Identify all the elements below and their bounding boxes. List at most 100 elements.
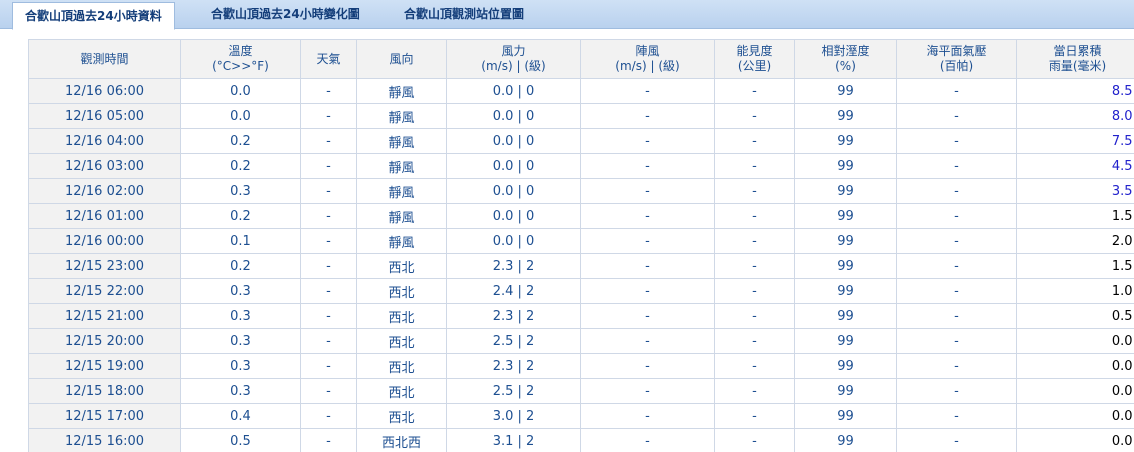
cell-temp: 0.0 [180, 78, 301, 104]
column-header-weather: 天氣 [300, 39, 357, 79]
cell-weather: - [300, 303, 357, 329]
table-row: 12/15 20:00 0.3- 西北 2.5 | 2- -99-0.0 [28, 328, 1134, 354]
column-header-unit: (百帕) [939, 59, 974, 73]
cell-wind-dir: 西北 [356, 378, 447, 404]
cell-rain: 0.0 [1016, 403, 1134, 429]
cell-weather: - [300, 128, 357, 154]
cell-weather: - [300, 153, 357, 179]
cell-pressure: - [896, 353, 1017, 379]
column-header-title: 觀測時間 [80, 51, 129, 66]
column-header-wind-dir: 風向 [356, 39, 447, 79]
cell-wind-dir: 靜風 [356, 103, 447, 129]
cell-rain: 2.0 [1016, 228, 1134, 254]
cell-humidity: 99 [794, 78, 897, 104]
cell-wind-dir: 西北 [356, 303, 447, 329]
cell-gust: - [580, 153, 715, 179]
table-row: 12/16 02:00 0.3- 靜風 0.0 | 0- -99-3.5 [28, 178, 1134, 204]
cell-rain: 0.5 [1016, 303, 1134, 329]
column-header-visibility: 能見度 (公里) [714, 39, 795, 79]
cell-time: 12/16 01:00 [28, 203, 181, 229]
cell-wind-force: 3.1 | 2 [446, 428, 581, 452]
cell-humidity: 99 [794, 103, 897, 129]
tab-24h-change-chart[interactable]: 合歡山頂過去24小時變化圖 [211, 0, 360, 29]
column-header-wind-force: 風力 (m/s) | (級) [446, 39, 581, 79]
cell-pressure: - [896, 303, 1017, 329]
cell-rain: 1.5 [1016, 203, 1134, 229]
cell-pressure: - [896, 328, 1017, 354]
column-header-time: 觀測時間 [28, 39, 181, 79]
cell-visibility: - [714, 278, 795, 304]
cell-temp: 0.3 [180, 278, 301, 304]
cell-rain: 0.0 [1016, 428, 1134, 452]
cell-wind-dir: 靜風 [356, 178, 447, 204]
cell-weather: - [300, 253, 357, 279]
column-header-title: 當日累積 [1053, 44, 1102, 58]
cell-humidity: 99 [794, 253, 897, 279]
cell-humidity: 99 [794, 153, 897, 179]
cell-gust: - [580, 228, 715, 254]
cell-temp: 0.2 [180, 153, 301, 179]
cell-temp: 0.2 [180, 128, 301, 154]
table-row: 12/15 19:00 0.3- 西北 2.3 | 2- -99-0.0 [28, 353, 1134, 379]
cell-gust: - [580, 253, 715, 279]
cell-time: 12/15 16:00 [28, 428, 181, 452]
cell-wind-force: 0.0 | 0 [446, 103, 581, 129]
table-row: 12/16 00:00 0.1- 靜風 0.0 | 0- -99-2.0 [28, 228, 1134, 254]
cell-pressure: - [896, 153, 1017, 179]
cell-temp: 0.2 [180, 253, 301, 279]
table-row: 12/15 23:00 0.2- 西北 2.3 | 2- -99-1.5 [28, 253, 1134, 279]
column-header-rain: 當日累積 雨量(毫米) [1016, 39, 1134, 79]
cell-visibility: - [714, 328, 795, 354]
cell-pressure: - [896, 428, 1017, 452]
column-header-title: 相對溼度 [821, 44, 870, 58]
cell-pressure: - [896, 278, 1017, 304]
cell-humidity: 99 [794, 178, 897, 204]
cell-weather: - [300, 178, 357, 204]
cell-humidity: 99 [794, 403, 897, 429]
cell-weather: - [300, 403, 357, 429]
cell-wind-force: 0.0 | 0 [446, 228, 581, 254]
cell-visibility: - [714, 378, 795, 404]
cell-weather: - [300, 428, 357, 452]
cell-pressure: - [896, 403, 1017, 429]
cell-time: 12/15 20:00 [28, 328, 181, 354]
cell-wind-dir: 西北西 [356, 428, 447, 452]
cell-visibility: - [714, 178, 795, 204]
cell-rain: 1.0 [1016, 278, 1134, 304]
cell-gust: - [580, 353, 715, 379]
cell-wind-dir: 靜風 [356, 128, 447, 154]
cell-temp: 0.3 [180, 353, 301, 379]
cell-pressure: - [896, 128, 1017, 154]
cell-gust: - [580, 103, 715, 129]
cell-temp: 0.1 [180, 228, 301, 254]
table-row: 12/16 03:00 0.2- 靜風 0.0 | 0- -99-4.5 [28, 153, 1134, 179]
tab-past-24h-data[interactable]: 合歡山頂過去24小時資料 [12, 2, 175, 30]
cell-wind-dir: 西北 [356, 328, 447, 354]
cell-wind-force: 2.3 | 2 [446, 353, 581, 379]
column-header-humidity: 相對溼度 (%) [794, 39, 897, 79]
cell-gust: - [580, 378, 715, 404]
column-header-title: 陣風 [635, 44, 660, 58]
cell-temp: 0.4 [180, 403, 301, 429]
cell-time: 12/16 04:00 [28, 128, 181, 154]
cell-temp: 0.3 [180, 178, 301, 204]
cell-wind-dir: 靜風 [356, 153, 447, 179]
cell-temp: 0.3 [180, 303, 301, 329]
cell-visibility: - [714, 103, 795, 129]
tab-station-location-map[interactable]: 合歡山頂觀測站位置圖 [404, 0, 524, 29]
cell-wind-dir: 靜風 [356, 228, 447, 254]
cell-rain: 0.0 [1016, 353, 1134, 379]
cell-wind-force: 0.0 | 0 [446, 153, 581, 179]
column-header-title: 天氣 [316, 51, 341, 66]
cell-wind-force: 0.0 | 0 [446, 128, 581, 154]
cell-wind-dir: 西北 [356, 403, 447, 429]
cell-weather: - [300, 328, 357, 354]
column-header-unit: (公里) [737, 59, 772, 73]
cell-wind-force: 2.5 | 2 [446, 378, 581, 404]
cell-time: 12/16 03:00 [28, 153, 181, 179]
cell-rain: 3.5 [1016, 178, 1134, 204]
cell-wind-dir: 西北 [356, 253, 447, 279]
cell-rain: 0.0 [1016, 378, 1134, 404]
cell-pressure: - [896, 178, 1017, 204]
cell-gust: - [580, 403, 715, 429]
